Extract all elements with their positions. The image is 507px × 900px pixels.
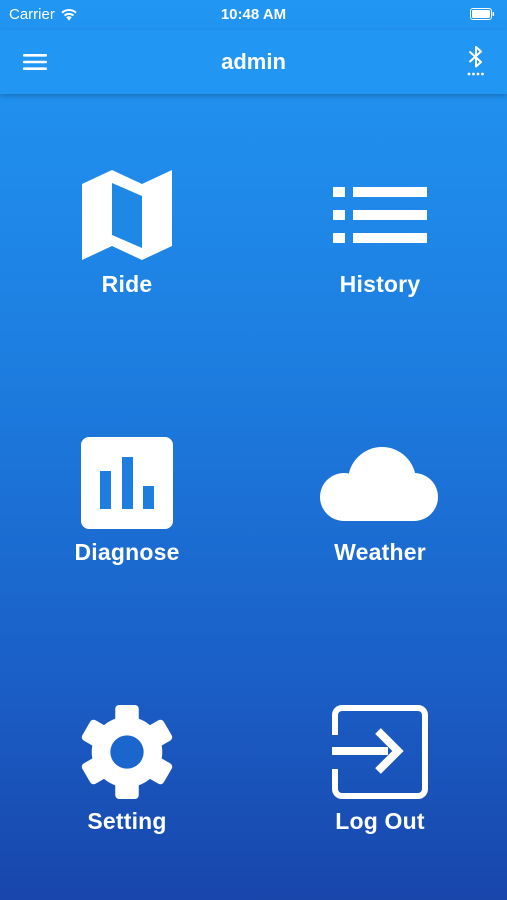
exit-icon — [332, 705, 428, 799]
battery-icon — [470, 7, 495, 24]
bluetooth-searching-icon — [467, 46, 484, 76]
weather-tile[interactable]: Weather — [280, 433, 480, 593]
map-icon — [82, 170, 172, 260]
cloud-icon — [320, 447, 438, 521]
history-tile[interactable]: History — [280, 165, 480, 325]
setting-tile[interactable]: Setting — [27, 702, 227, 862]
ride-label: Ride — [101, 271, 153, 297]
history-label: History — [339, 271, 421, 297]
setting-label: Setting — [87, 808, 167, 834]
home-screen: Carrier 10:48 AM admin Ride History Diag… — [0, 0, 507, 900]
diagnose-label: Diagnose — [74, 539, 180, 565]
gear-icon — [81, 704, 173, 800]
page-title: admin — [221, 49, 286, 74]
status-bar: Carrier 10:48 AM — [0, 0, 507, 30]
status-time: 10:48 AM — [220, 6, 287, 23]
list-icon — [333, 187, 427, 243]
logout-tile[interactable]: Log Out — [280, 702, 480, 862]
diagnose-tile[interactable]: Diagnose — [27, 433, 227, 593]
ride-tile[interactable]: Ride — [27, 165, 227, 325]
logout-label: Log Out — [335, 808, 425, 834]
bluetooth-button[interactable] — [461, 44, 491, 78]
bar-chart-icon — [81, 437, 173, 529]
weather-label: Weather — [334, 539, 426, 565]
app-bar: admin — [0, 30, 507, 94]
